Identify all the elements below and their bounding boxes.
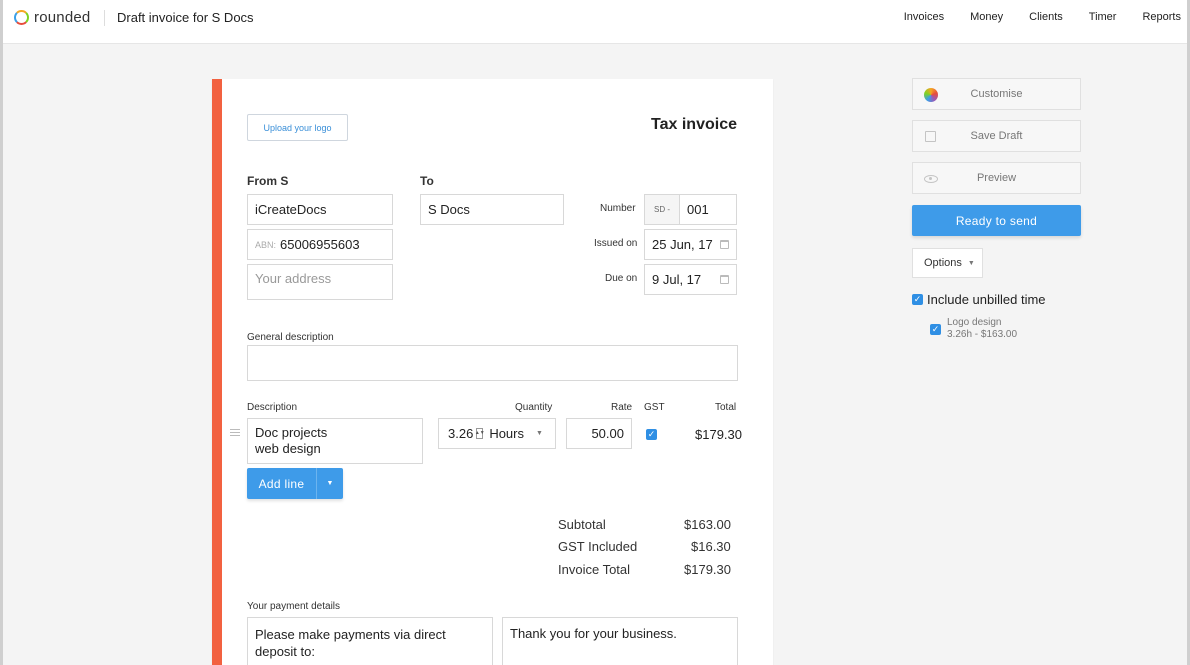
- quantity-stepper[interactable]: ▲▼: [475, 428, 485, 439]
- page-title: Draft invoice for S Docs: [117, 10, 254, 25]
- options-label: Options: [924, 257, 962, 269]
- main-nav: Invoices Money Clients Timer Reports: [904, 11, 1181, 23]
- unbilled-item-name: Logo design: [947, 317, 1002, 328]
- rate-value: 50.00: [591, 426, 624, 441]
- quantity-value: 3.26: [448, 426, 474, 441]
- address-input[interactable]: Your address: [247, 264, 393, 300]
- number-label: Number: [600, 203, 636, 214]
- add-line-button[interactable]: Add line: [247, 468, 317, 499]
- to-label: To: [420, 174, 434, 188]
- invoice-sheet: Upload your logo Tax invoice From S To i…: [212, 79, 773, 665]
- abn-prefix: ABN:: [255, 239, 277, 250]
- from-name-input[interactable]: iCreateDocs: [247, 194, 393, 225]
- from-label: From S: [247, 174, 289, 188]
- issued-date-value: 25 Jun, 17: [652, 237, 713, 252]
- ready-to-send-button[interactable]: Ready to send: [912, 205, 1081, 236]
- calendar-icon[interactable]: [720, 239, 729, 249]
- gst-included-value: $16.30: [691, 539, 731, 554]
- general-description-input[interactable]: [247, 345, 738, 381]
- line-description-input[interactable]: Doc projects web design: [247, 418, 423, 464]
- client-name-input[interactable]: S Docs: [420, 194, 564, 225]
- line-total: $179.30: [695, 427, 742, 442]
- subtotal-label: Subtotal: [558, 517, 606, 532]
- include-unbilled-checkbox[interactable]: ✓: [912, 294, 923, 305]
- unbilled-item-text: Logo design 3.26h - $163.00: [947, 317, 1017, 341]
- save-icon: [923, 129, 938, 144]
- preview-label: Preview: [976, 172, 1017, 184]
- document-type-title: Tax invoice: [651, 116, 737, 133]
- drag-handle-icon[interactable]: [230, 429, 240, 436]
- quantity-input[interactable]: 3.26 ▲▼ Hours ▼: [438, 418, 556, 449]
- column-gst: GST: [644, 402, 665, 413]
- include-unbilled-label: Include unbilled time: [927, 292, 1046, 307]
- window-edge-left: [0, 0, 3, 665]
- preview-button[interactable]: Preview: [912, 162, 1081, 194]
- calendar-icon[interactable]: [720, 274, 729, 284]
- invoice-total-value: $179.30: [684, 562, 731, 577]
- upload-logo-button[interactable]: Upload your logo: [247, 114, 348, 141]
- logo-ring-icon: [14, 10, 29, 25]
- column-description: Description: [247, 402, 298, 413]
- invoice-total-label: Invoice Total: [558, 562, 631, 577]
- due-date-input[interactable]: 9 Jul, 17: [644, 264, 737, 295]
- unbilled-item[interactable]: ✓ Logo design 3.26h - $163.00: [930, 317, 1017, 341]
- unit-select[interactable]: Hours: [489, 426, 524, 441]
- nav-money[interactable]: Money: [970, 11, 1003, 23]
- payment-details-input[interactable]: Please make payments via direct deposit …: [247, 617, 493, 665]
- brand-logo[interactable]: rounded: [14, 9, 90, 26]
- add-line-dropdown-icon[interactable]: ▼: [317, 468, 343, 499]
- client-name-value: S Docs: [428, 202, 470, 217]
- eye-icon: [923, 171, 938, 186]
- number-prefix: SD -: [645, 195, 680, 224]
- abn-input[interactable]: ABN: 65006955603: [247, 229, 393, 260]
- notes-input[interactable]: Thank you for your business.: [502, 617, 738, 665]
- nav-clients[interactable]: Clients: [1029, 11, 1063, 23]
- unbilled-item-detail: 3.26h - $163.00: [947, 329, 1018, 340]
- gst-checkbox[interactable]: ✓: [646, 429, 657, 440]
- save-draft-label: Save Draft: [970, 130, 1023, 142]
- nav-invoices[interactable]: Invoices: [904, 11, 944, 23]
- column-rate: Rate: [611, 402, 633, 413]
- options-dropdown[interactable]: Options ▼: [912, 248, 983, 278]
- chevron-down-icon: ▼: [967, 259, 975, 267]
- issued-label: Issued on: [594, 238, 638, 249]
- unbilled-item-checkbox[interactable]: ✓: [930, 324, 941, 335]
- add-line-button-group: Add line ▼: [247, 468, 343, 499]
- save-draft-button[interactable]: Save Draft: [912, 120, 1081, 152]
- address-placeholder: Your address: [255, 271, 332, 286]
- nav-reports[interactable]: Reports: [1142, 11, 1181, 23]
- payment-text-line2: deposit to:: [255, 644, 315, 659]
- notes-text: Thank you for your business.: [510, 626, 677, 641]
- due-date-value: 9 Jul, 17: [652, 272, 702, 287]
- include-unbilled-toggle[interactable]: ✓ Include unbilled time: [912, 292, 1046, 307]
- customise-button[interactable]: Customise: [912, 78, 1081, 110]
- due-label: Due on: [605, 273, 638, 284]
- accent-stripe: [212, 79, 222, 665]
- abn-value: 65006955603: [280, 237, 360, 252]
- invoice-number-input[interactable]: SD - 001: [644, 194, 737, 225]
- line-description-line1: Doc projects: [255, 425, 328, 440]
- line-description-line2: web design: [255, 441, 321, 456]
- number-value: 001: [687, 202, 709, 217]
- nav-timer[interactable]: Timer: [1089, 11, 1117, 23]
- customise-label: Customise: [970, 88, 1023, 100]
- subtotal-value: $163.00: [684, 517, 731, 532]
- payment-text-line1: Please make payments via direct: [255, 627, 446, 642]
- rate-input[interactable]: 50.00: [566, 418, 632, 449]
- general-description-label: General description: [247, 332, 334, 343]
- issued-date-input[interactable]: 25 Jun, 17: [644, 229, 737, 260]
- from-name-value: iCreateDocs: [255, 202, 327, 217]
- gst-included-label: GST Included: [558, 539, 638, 554]
- top-bar: rounded Draft invoice for S Docs Invoice…: [0, 0, 1190, 44]
- payment-details-label: Your payment details: [247, 601, 341, 612]
- column-total: Total: [715, 402, 737, 413]
- chevron-down-icon[interactable]: ▼: [536, 430, 543, 437]
- divider: [104, 10, 105, 26]
- color-wheel-icon: [923, 87, 938, 102]
- column-quantity: Quantity: [515, 402, 553, 413]
- brand-name: rounded: [34, 9, 91, 26]
